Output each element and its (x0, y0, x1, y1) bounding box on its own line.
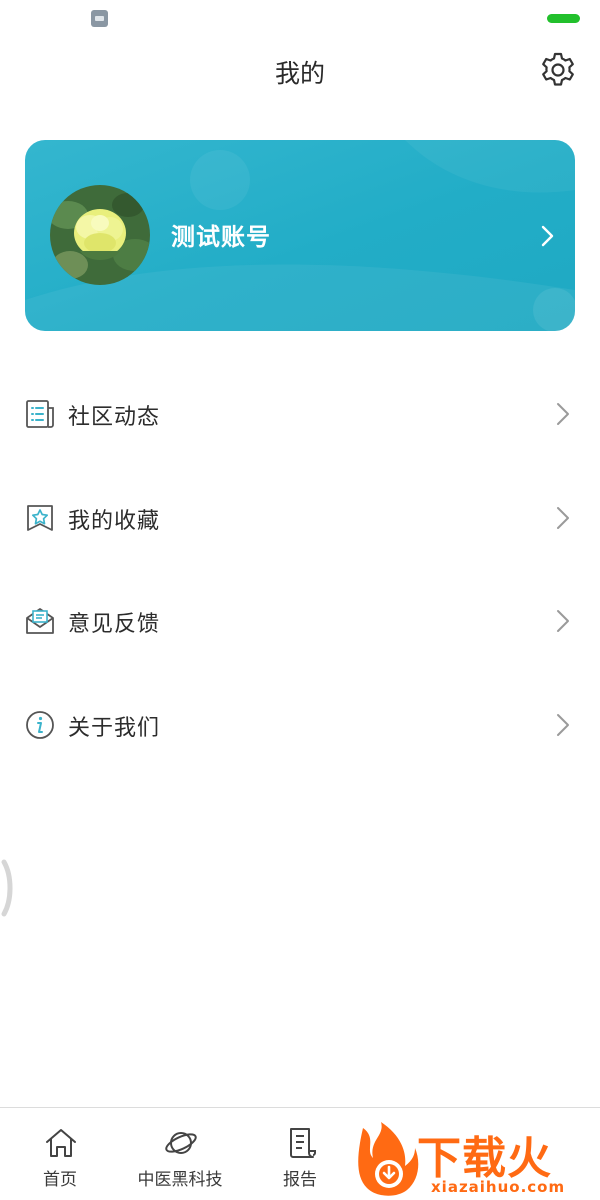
profile-card[interactable]: 测试账号 (25, 140, 575, 331)
username: 测试账号 (171, 223, 271, 251)
menu-item-community[interactable]: 社区动态 (0, 362, 600, 466)
avatar[interactable] (50, 185, 150, 285)
menu-label: 关于我们 (68, 715, 161, 741)
tab-report[interactable]: 报告 (240, 1108, 360, 1200)
status-bar (0, 0, 600, 36)
bookmark-star-icon (27, 504, 53, 531)
menu-item-favorites[interactable]: 我的收藏 (0, 466, 600, 570)
battery-indicator (547, 14, 580, 23)
info-circle-icon (26, 710, 54, 739)
notification-icon (91, 10, 108, 27)
mail-open-icon (26, 608, 54, 634)
flame-logo-icon (358, 1122, 419, 1196)
menu-label: 我的收藏 (68, 508, 161, 534)
tab-home[interactable]: 首页 (0, 1108, 120, 1200)
tab-label: 首页 (43, 1170, 77, 1190)
chevron-right-icon (541, 225, 554, 247)
menu-label: 意见反馈 (68, 612, 161, 637)
menu-label: 社区动态 (68, 405, 161, 430)
chevron-right-icon (557, 403, 569, 425)
news-list-icon (26, 400, 54, 428)
chevron-right-icon (557, 506, 569, 529)
menu-list: 社区动态 我的收藏 意见反馈 关于我们 (0, 362, 600, 776)
document-icon (290, 1128, 316, 1158)
tab-tcm-tech[interactable]: 中医黑科技 (120, 1108, 240, 1200)
settings-button[interactable] (538, 50, 578, 90)
watermark-url: xiazaihuo.com (431, 1178, 566, 1196)
gear-icon (542, 52, 574, 86)
planet-icon (165, 1132, 197, 1154)
chevron-right-icon (557, 713, 569, 736)
header: 我的 (0, 36, 600, 108)
tab-label: 报告 (283, 1170, 317, 1190)
watermark-logo: 下载火 xiazaihuo.com (355, 1120, 600, 1200)
menu-item-feedback[interactable]: 意见反馈 (0, 569, 600, 673)
edge-swipe-handle[interactable] (0, 858, 18, 918)
chevron-right-icon (557, 610, 569, 632)
watermark-title: 下载火 (417, 1133, 552, 1184)
flower-avatar (50, 185, 150, 285)
tab-label: 中医黑科技 (137, 1170, 223, 1190)
menu-item-about[interactable]: 关于我们 (0, 673, 600, 777)
home-icon (46, 1129, 76, 1157)
page-title: 我的 (274, 59, 325, 88)
